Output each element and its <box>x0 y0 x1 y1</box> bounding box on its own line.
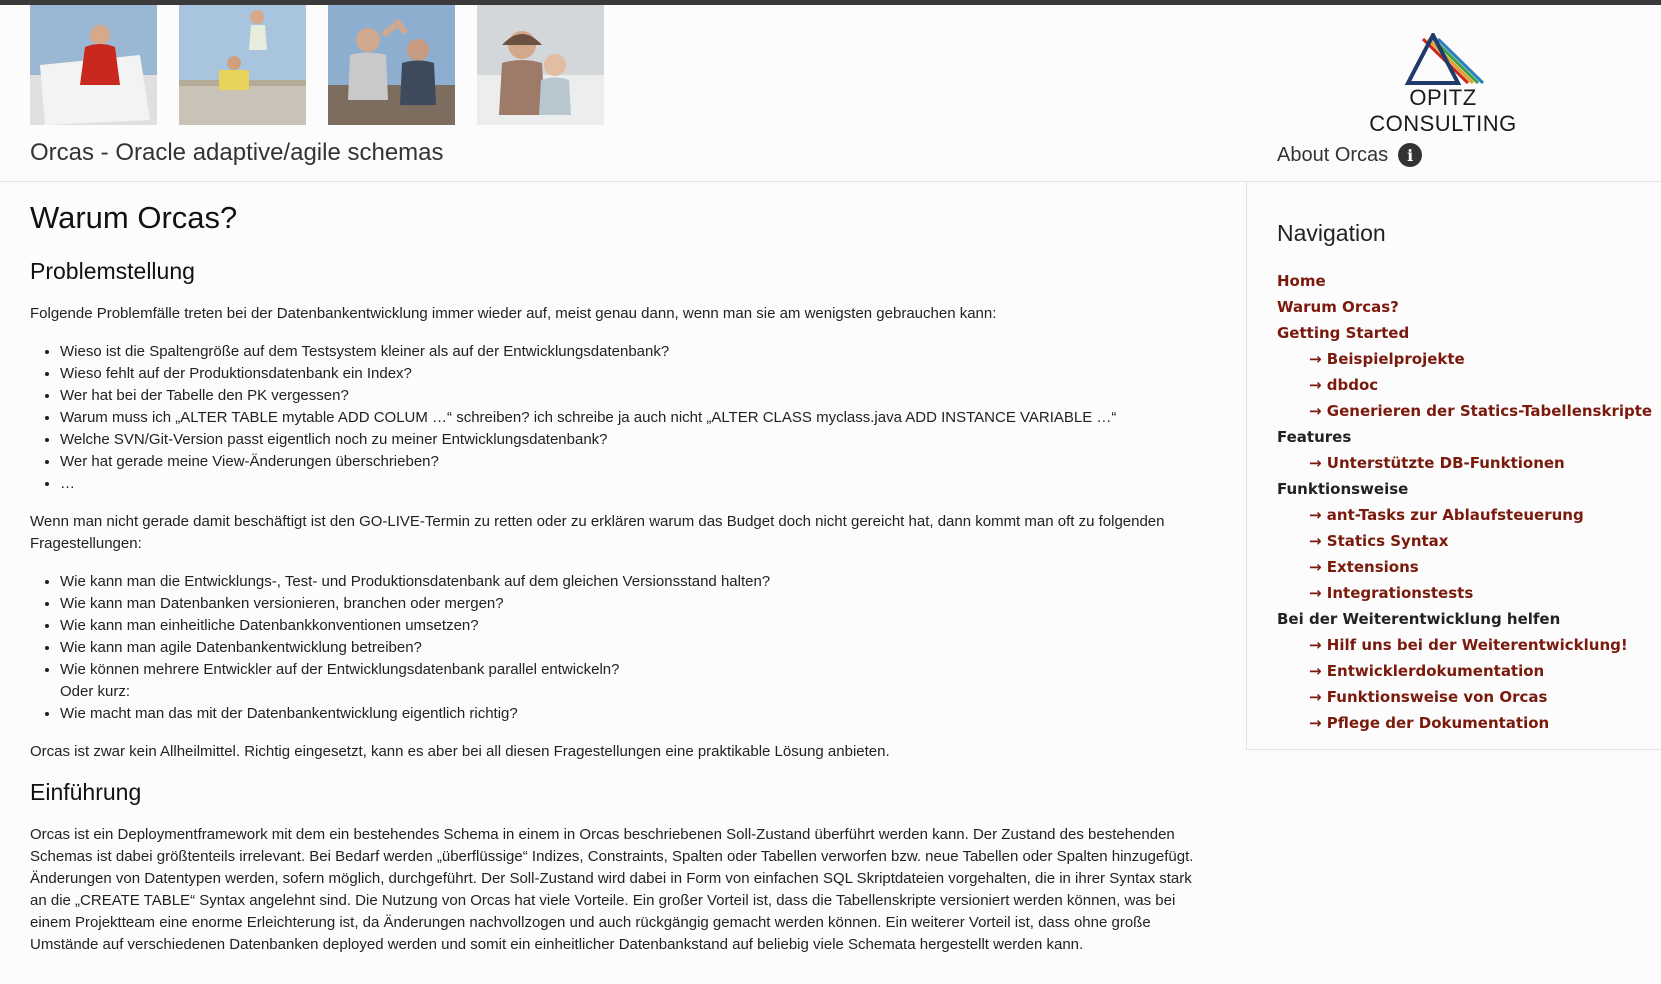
nav-label[interactable]: Home <box>1277 272 1326 290</box>
problem-list: Wieso ist die Spaltengröße auf dem Tests… <box>30 341 1205 495</box>
question-list: Wie kann man die Entwicklungs-, Test- un… <box>30 571 1205 725</box>
info-icon: i <box>1398 143 1423 167</box>
photo-balance-beam <box>179 5 306 125</box>
nav-item-statics-tabellenskripte[interactable]: → Generieren der Statics-Tabellenskripte <box>1277 398 1652 424</box>
nav-label[interactable]: → Integrationstests <box>1309 584 1473 602</box>
intro-paragraph: Folgende Problemfälle treten bei der Dat… <box>30 305 997 322</box>
section-title-einfuehrung: Einführung <box>30 779 142 805</box>
nav-category-label: Bei der Weiterentwicklung helfen <box>1277 610 1561 628</box>
nav-label[interactable]: → Entwicklerdokumentation <box>1309 662 1544 680</box>
nav-label[interactable]: → Generieren der Statics-Tabellenskripte <box>1309 402 1652 420</box>
navigation-title: Navigation <box>1277 220 1386 246</box>
sidebar: Navigation Home Warum Orcas? Getting Sta… <box>1246 182 1661 750</box>
nav-label[interactable]: → Pflege der Dokumentation <box>1309 714 1549 732</box>
nav-label[interactable]: Warum Orcas? <box>1277 298 1399 316</box>
nav-category-funktionsweise: Funktionsweise <box>1277 476 1652 502</box>
nav-item-statics-syntax[interactable]: → Statics Syntax <box>1277 528 1652 554</box>
list-item: Wieso fehlt auf der Produktionsdatenbank… <box>60 363 1205 385</box>
list-item-subtext: Oder kurz: <box>60 683 131 700</box>
list-item: Wieso ist die Spaltengröße auf dem Tests… <box>60 341 1205 363</box>
list-item: Welche SVN/Git-Version passt eigentlich … <box>60 429 1205 451</box>
photo-family <box>477 5 604 125</box>
logo-text: OPITZ CONSULTING <box>1369 85 1517 136</box>
list-item: Wer hat bei der Tabelle den PK vergessen… <box>60 385 1205 407</box>
conclusion-paragraph: Orcas ist zwar kein Allheilmittel. Richt… <box>30 743 890 760</box>
list-item-text: Wie können mehrere Entwickler auf der En… <box>60 661 620 678</box>
nav-label[interactable]: → Extensions <box>1309 558 1419 576</box>
nav-category-label: Features <box>1277 428 1352 446</box>
header: OPITZ CONSULTING Orcas - Oracle adaptive… <box>0 5 1661 182</box>
nav-label[interactable]: → Hilf uns bei der Weiterentwicklung! <box>1309 636 1628 654</box>
nav-label[interactable]: Getting Started <box>1277 324 1409 342</box>
about-orcas-link[interactable]: About Orcas i <box>1277 143 1423 167</box>
list-item: Wie macht man das mit der Datenbankentwi… <box>60 703 1205 725</box>
questions-intro-paragraph: Wenn man nicht gerade damit beschäftigt … <box>30 513 1165 552</box>
nav-category-weiterentwicklung: Bei der Weiterentwicklung helfen <box>1277 606 1652 632</box>
nav-label[interactable]: → dbdoc <box>1309 376 1378 394</box>
nav-label[interactable]: → Beispielprojekte <box>1309 350 1465 368</box>
list-item: Wer hat gerade meine View-Änderungen übe… <box>60 451 1205 473</box>
nav-item-home[interactable]: Home <box>1277 268 1652 294</box>
nav-label[interactable]: → ant-Tasks zur Ablaufsteuerung <box>1309 506 1584 524</box>
main-content: Warum Orcas? Problemstellung Folgende Pr… <box>30 200 1205 972</box>
nav-item-funktionsweise-orcas[interactable]: → Funktionsweise von Orcas <box>1277 684 1652 710</box>
nav-item-integrationstests[interactable]: → Integrationstests <box>1277 580 1652 606</box>
list-item: Wie kann man die Entwicklungs-, Test- un… <box>60 571 1205 593</box>
page-title: Warum Orcas? <box>30 200 238 235</box>
section-title-problemstellung: Problemstellung <box>30 258 195 284</box>
site-title[interactable]: Orcas - Oracle adaptive/agile schemas <box>30 139 444 167</box>
list-item: … <box>60 473 1205 495</box>
opitz-logo[interactable]: OPITZ CONSULTING <box>1338 30 1548 136</box>
nav-item-entwicklerdokumentation[interactable]: → Entwicklerdokumentation <box>1277 658 1652 684</box>
nav-category-label: Funktionsweise <box>1277 480 1409 498</box>
nav-item-db-funktionen[interactable]: → Unterstützte DB-Funktionen <box>1277 450 1652 476</box>
nav-category-features: Features <box>1277 424 1652 450</box>
list-item: Wie kann man agile Datenbankentwicklung … <box>60 637 1205 659</box>
nav-label[interactable]: → Unterstützte DB-Funktionen <box>1309 454 1565 472</box>
header-photos <box>30 5 604 125</box>
list-item: Wie kann man Datenbanken versionieren, b… <box>60 593 1205 615</box>
about-label: About Orcas <box>1277 143 1389 166</box>
nav-item-extensions[interactable]: → Extensions <box>1277 554 1652 580</box>
list-item: Wie können mehrere Entwickler auf der En… <box>60 659 1205 703</box>
einfuehrung-paragraph: Orcas ist ein Deploymentframework mit de… <box>30 826 1194 953</box>
navigation-list: Home Warum Orcas? Getting Started → Beis… <box>1277 268 1652 736</box>
photo-high-five <box>328 5 455 125</box>
logo-triangle-icon <box>1404 30 1485 85</box>
photo-woman-with-plan <box>30 5 157 125</box>
nav-item-warum-orcas[interactable]: Warum Orcas? <box>1277 294 1652 320</box>
nav-item-ant-tasks[interactable]: → ant-Tasks zur Ablaufsteuerung <box>1277 502 1652 528</box>
nav-label[interactable]: → Statics Syntax <box>1309 532 1448 550</box>
nav-item-getting-started[interactable]: Getting Started <box>1277 320 1652 346</box>
list-item: Wie kann man einheitliche Datenbankkonve… <box>60 615 1205 637</box>
nav-item-dbdoc[interactable]: → dbdoc <box>1277 372 1652 398</box>
nav-item-beispielprojekte[interactable]: → Beispielprojekte <box>1277 346 1652 372</box>
nav-label[interactable]: → Funktionsweise von Orcas <box>1309 688 1547 706</box>
nav-item-pflege-dokumentation[interactable]: → Pflege der Dokumentation <box>1277 710 1652 736</box>
nav-item-hilf-uns[interactable]: → Hilf uns bei der Weiterentwicklung! <box>1277 632 1652 658</box>
list-item: Warum muss ich „ALTER TABLE mytable ADD … <box>60 407 1205 429</box>
